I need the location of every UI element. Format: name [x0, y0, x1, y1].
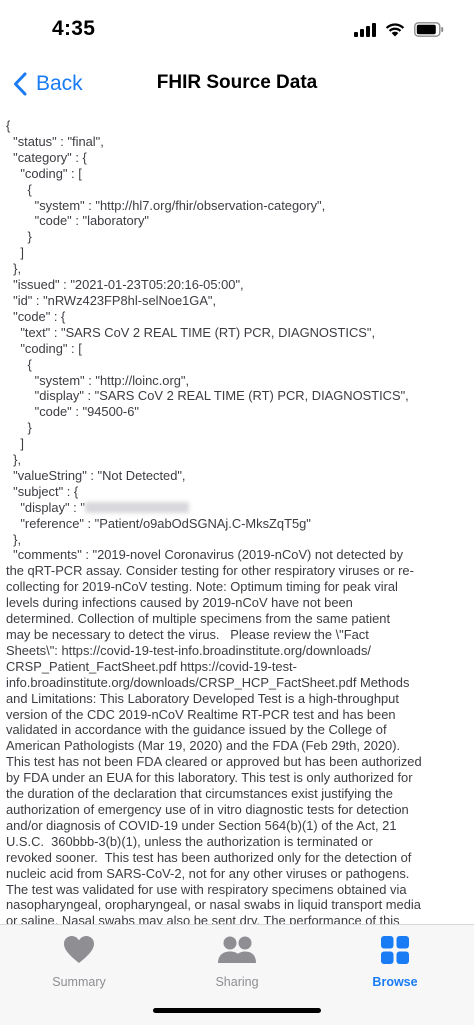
comments-line: This test has not been FDA cleared or ap…: [6, 754, 422, 770]
json-line: ]: [6, 436, 24, 452]
status-icons: [354, 22, 444, 37]
comments-line: version of the CDC 2019-nCoV Realtime RT…: [6, 706, 396, 722]
json-line: "text" : "SARS CoV 2 REAL TIME (RT) PCR,…: [6, 324, 376, 340]
comments-line: validated in accordance with the guidanc…: [6, 722, 387, 738]
tab-browse-label: Browse: [372, 975, 418, 989]
json-line: {: [6, 356, 32, 372]
tab-summary[interactable]: Summary: [19, 933, 139, 989]
json-line: "coding" : [: [6, 340, 82, 356]
comments-line: and/or diagnosis of COVID-19 under Secti…: [6, 817, 397, 833]
cellular-signal-icon: [354, 22, 376, 37]
status-bar: 4:35: [0, 0, 474, 62]
comments-block: "comments" : "2019-novel Coronavirus (20…: [6, 547, 468, 924]
tab-sharing[interactable]: Sharing: [177, 933, 297, 989]
comments-line: levels during infections caused by 2019-…: [6, 595, 353, 611]
status-time: 4:35: [52, 17, 96, 40]
comments-line: revoked sooner. This test has been autho…: [6, 849, 412, 865]
comments-line: may be necessary to detect the virus. Pl…: [6, 627, 369, 642]
json-line: "display" : "SARS CoV 2 REAL TIME (RT) P…: [6, 388, 409, 404]
json-line-subject-display: "display" : ": [6, 500, 468, 516]
comments-line: U.S.C. 360bbb-3(b)(1), unless the author…: [6, 833, 373, 849]
comments-line: the qRT-PCR assay. Consider testing for …: [6, 563, 414, 579]
json-block-after: "reference" : "Patient/o9abOdSGNAj.C-Mks…: [6, 516, 468, 548]
page-title: FHIR Source Data: [156, 72, 318, 93]
json-line: "code" : "laboratory": [6, 213, 149, 229]
json-line: "subject" : {: [6, 483, 79, 499]
comments-line: CRSP_Patient_FactSheet.pdf https://covid…: [6, 658, 297, 674]
json-line: }: [6, 229, 32, 245]
json-line: "status" : "final",: [6, 133, 104, 149]
home-indicator: [153, 1008, 321, 1013]
json-line: "system" : "http://loinc.org",: [6, 372, 190, 388]
comments-line: determined. Collection of multiple speci…: [6, 611, 391, 627]
json-line: }: [6, 420, 32, 436]
json-line: "code" : "94500-6": [6, 404, 139, 420]
wifi-icon: [385, 23, 405, 37]
json-block: { "status" : "final", "category" : { "co…: [6, 118, 468, 500]
fhir-source-text[interactable]: { "status" : "final", "category" : { "co…: [6, 118, 468, 924]
json-line: },: [6, 452, 22, 468]
tab-summary-label: Summary: [52, 975, 106, 989]
battery-icon: [414, 22, 444, 37]
heart-icon: [63, 933, 95, 967]
json-line: "category" : {: [6, 149, 87, 165]
comments-line: info.broadinstitute.org/downloads/CRSP_H…: [6, 674, 410, 690]
comments-line: and Limitations: This Laboratory Develop…: [6, 690, 399, 706]
json-line: {: [6, 118, 11, 133]
comments-line: American Pathologists (Mar 19, 2020) and…: [6, 738, 401, 754]
comments-line: nucleic acid from SARS-CoV-2, not for an…: [6, 865, 410, 881]
json-line: ]: [6, 245, 24, 261]
people-icon: [217, 933, 257, 967]
json-line: "code" : {: [6, 308, 66, 324]
json-line: "coding" : [: [6, 165, 82, 181]
comments-line: collecting for 2019-nCoV testing. Note: …: [6, 579, 398, 595]
tab-sharing-label: Sharing: [215, 975, 259, 989]
navigation-bar: Back FHIR Source Data: [0, 62, 474, 106]
json-line: "valueString" : "Not Detected",: [6, 467, 186, 483]
comments-line: Sheets\": https://covid-19-test-info.bro…: [6, 642, 371, 658]
comments-line: or saline. Nasal swabs may also be sent …: [6, 913, 400, 924]
comments-line: nasopharyngeal, oropharyngeal, or nasal …: [6, 897, 421, 913]
json-line: "id" : "nRWz423FP8hl-selNoe1GA",: [6, 292, 217, 308]
grid-icon: [380, 933, 410, 967]
json-line: "reference" : "Patient/o9abOdSGNAj.C-Mks…: [6, 515, 311, 531]
redacted-patient-name: [84, 501, 189, 513]
comments-line: by FDA under an EUA for this laboratory.…: [6, 770, 413, 786]
comments-line: The test was validated for use with resp…: [6, 881, 407, 897]
comments-line: "comments" : "2019-novel Coronavirus (20…: [6, 547, 404, 563]
json-line: },: [6, 261, 22, 277]
json-line: "system" : "http://hl7.org/fhir/observat…: [6, 197, 326, 213]
json-line: },: [6, 531, 22, 547]
json-line: {: [6, 181, 32, 197]
json-line: "issued" : "2021-01-23T05:20:16-05:00",: [6, 277, 244, 293]
comments-line: authorization of emergency use of in vit…: [6, 801, 409, 817]
comments-line: the duration of the declaration that cir…: [6, 786, 393, 802]
tab-browse[interactable]: Browse: [335, 933, 455, 989]
